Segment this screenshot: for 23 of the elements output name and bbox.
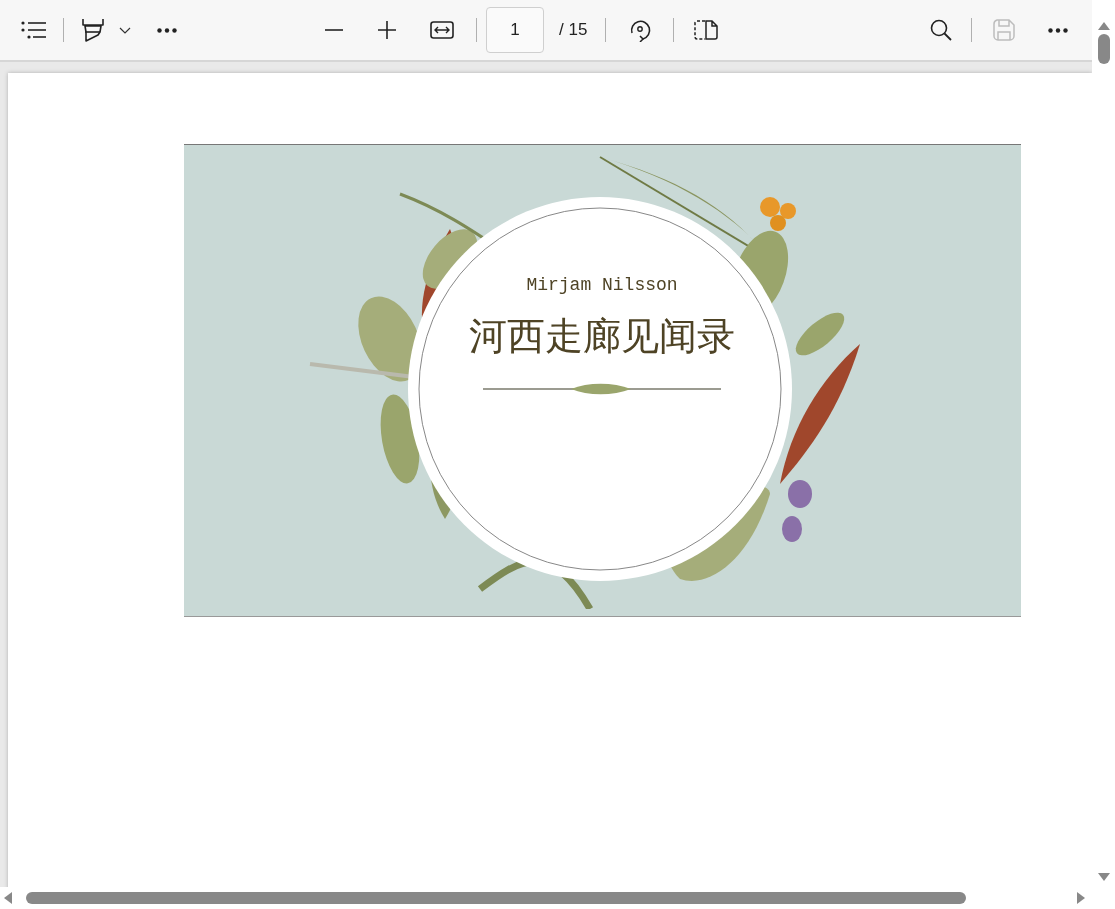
scrollbar-thumb[interactable] [1097, 34, 1110, 64]
chevron-down-icon [119, 26, 131, 34]
more-icon [1048, 27, 1068, 33]
save-icon [993, 19, 1015, 41]
more-icon [157, 27, 177, 33]
page-count: / 15 [559, 20, 588, 40]
scroll-down-arrow-icon[interactable] [1097, 873, 1110, 881]
page-number-input[interactable]: 1 [486, 7, 544, 53]
horizontal-scrollbar[interactable] [0, 887, 1115, 909]
list-icon [21, 21, 47, 39]
two-page-icon [694, 20, 719, 40]
author-name: Mirjam Nilsson [526, 275, 678, 295]
scroll-left-arrow-icon[interactable] [4, 892, 12, 904]
scroll-up-arrow-icon[interactable] [1097, 22, 1110, 30]
scrollbar-thumb[interactable] [26, 892, 966, 904]
rotate-icon [628, 18, 653, 42]
search-icon [930, 19, 952, 41]
highlighter-icon [82, 18, 104, 42]
slide-title: 河西走廊见闻录 [469, 313, 735, 360]
fit-width-icon [430, 21, 454, 39]
scroll-right-arrow-icon[interactable] [1077, 892, 1085, 904]
minus-icon [325, 29, 343, 31]
plus-icon [378, 21, 396, 39]
